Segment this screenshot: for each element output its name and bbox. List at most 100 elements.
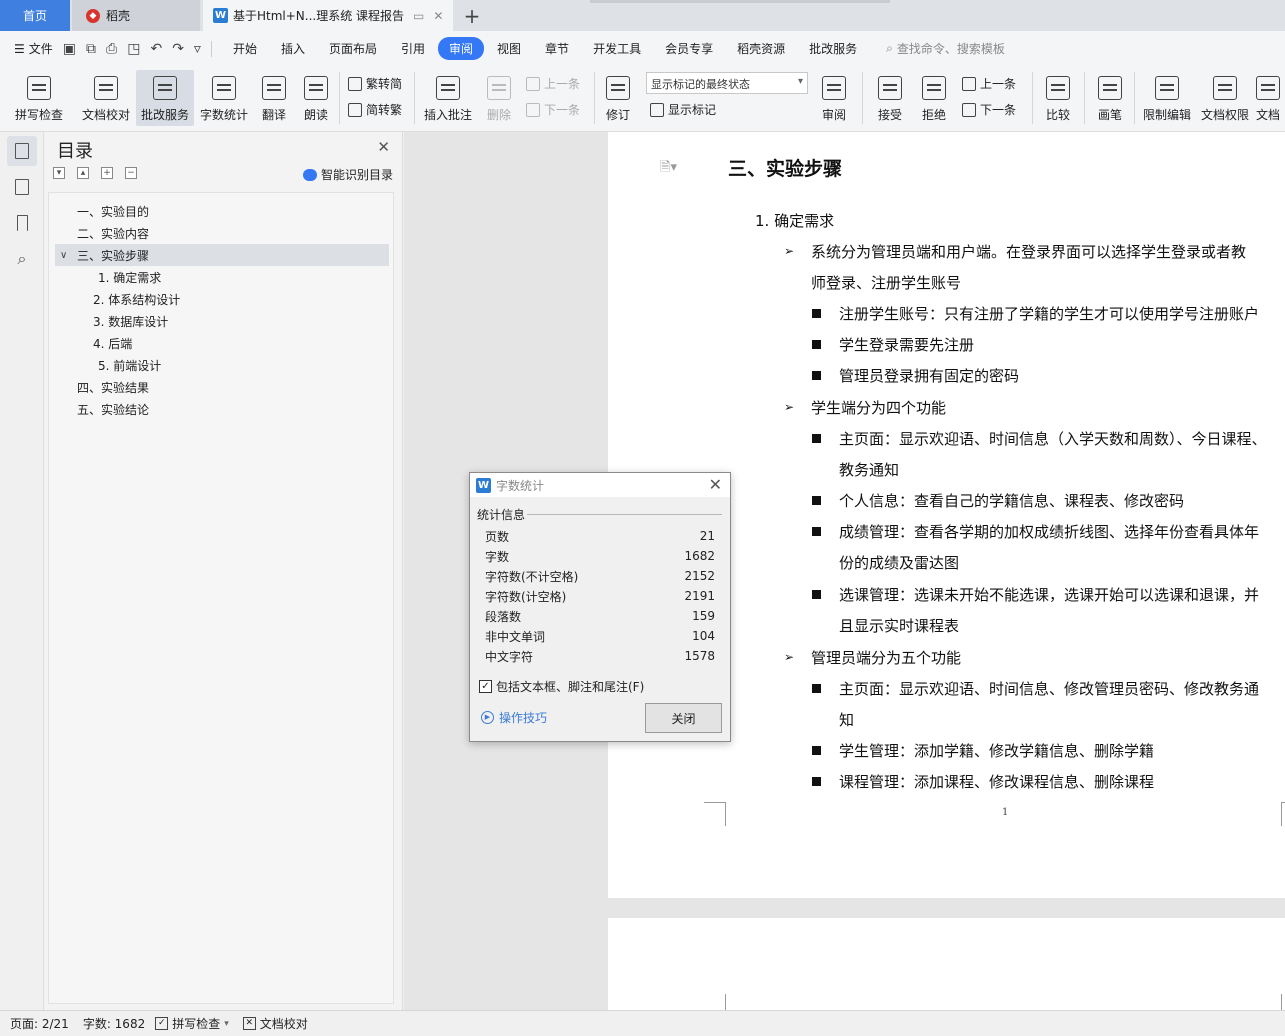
next-change-button[interactable]: 下一条 — [962, 101, 1016, 118]
new-tab-button[interactable]: + — [460, 0, 484, 31]
menu-tab-developer[interactable]: 开发工具 — [582, 37, 652, 60]
menu-tab-review[interactable]: 审阅 — [438, 37, 485, 60]
prev-change-button[interactable]: 上一条 — [962, 75, 1016, 92]
doc-text-line: 个人信息：查看自己的学籍信息、课程表、修改密码 — [839, 492, 1185, 510]
show-markup-button[interactable]: 显示标记 — [650, 101, 716, 118]
include-textbox-checkbox[interactable]: ✓ 包括文本框、脚注和尾注(F) — [479, 678, 644, 695]
trad-to-simp-button[interactable]: 繁转简 — [348, 75, 402, 92]
smart-toc-button[interactable]: 智能识别目录 — [302, 166, 393, 183]
toc-item[interactable]: ∨ 三、实验步骤 — [55, 244, 389, 266]
stat-label: 字符数(计空格) — [485, 589, 567, 604]
chevron-down-icon[interactable]: ∨ — [60, 250, 67, 261]
checkbox-checked-icon[interactable]: ✓ — [479, 680, 492, 693]
simp-to-trad-button[interactable]: 简转繁 — [348, 101, 402, 118]
compare-button[interactable]: 比较 — [1038, 70, 1078, 126]
dialog-title-bar[interactable]: W 字数统计 — [470, 473, 730, 497]
dialog-close-icon[interactable]: ✕ — [709, 475, 722, 494]
pen-label: 画笔 — [1097, 108, 1122, 122]
close-button[interactable]: 关闭 — [645, 703, 722, 733]
stat-row: 字数 1682 — [485, 546, 715, 566]
doc-more-button[interactable]: 文档 — [1256, 70, 1285, 126]
doc-text-line: 成绩管理：查看各学期的加权成绩折线图、选择年份查看具体年 — [839, 523, 1260, 541]
stats-section-label: 统计信息 — [477, 508, 526, 522]
ribbon-divider — [339, 72, 340, 124]
menu-tab-review-service[interactable]: 批改服务 — [798, 37, 868, 60]
review-pane-button[interactable]: 审阅 — [814, 70, 854, 126]
export-icon[interactable]: ⧉ — [86, 41, 96, 57]
toc-expand-icon[interactable]: ▴ — [77, 167, 89, 179]
paragraph-format-icon[interactable]: 🗎▾ — [660, 158, 677, 180]
read-aloud-button[interactable]: 朗读 — [298, 70, 334, 126]
menu-tab-view[interactable]: 视图 — [486, 37, 532, 60]
doc-text-line: 知 — [839, 711, 855, 729]
lock-doc-icon — [1155, 76, 1179, 100]
status-doc-check[interactable]: ✕ 文档校对 — [242, 1015, 308, 1032]
file-menu[interactable]: ☰ 文件 — [14, 40, 53, 57]
chapter-panel-button[interactable] — [7, 172, 37, 202]
toc-item[interactable]: 1. 确定需求 — [55, 266, 389, 288]
reject-button[interactable]: 拒绝 — [914, 70, 954, 126]
tab-document[interactable]: W 基于Html+N...理系统 课程报告 ▭ ✕ — [203, 0, 453, 31]
command-search[interactable]: ⌕ 查找命令、搜索模板 — [886, 40, 1005, 57]
insert-comment-button[interactable]: 插入批注 — [420, 70, 476, 126]
toc-item[interactable]: 3. 数据库设计 — [55, 310, 389, 332]
menu-tab-chapter[interactable]: 章节 — [534, 37, 580, 60]
toc-panel-button[interactable] — [7, 136, 37, 166]
redo-icon[interactable]: ↷ — [172, 41, 184, 57]
toc-item[interactable]: 五、实验结论 — [55, 398, 389, 420]
doc-check-button[interactable]: 文档校对 — [78, 70, 134, 126]
review-pane-label: 审阅 — [821, 108, 846, 122]
bookmark-panel-button[interactable] — [7, 208, 37, 238]
square-bullet-icon — [812, 777, 821, 786]
word-count-indicator[interactable]: 字数: 1682 — [83, 1015, 145, 1032]
translate-button[interactable]: 翻译 — [254, 70, 294, 126]
delete-comment-button[interactable]: 删除 — [480, 70, 518, 126]
menu-tab-reference[interactable]: 引用 — [390, 37, 436, 60]
tab-home[interactable]: 首页 — [0, 0, 70, 31]
prev-comment-button[interactable]: 上一条 — [526, 75, 580, 92]
tab-daoke-label: 稻壳 — [106, 9, 131, 23]
restrict-editing-button[interactable]: 限制编辑 — [1140, 70, 1194, 126]
toc-item[interactable]: 一、实验目的 — [55, 200, 389, 222]
page-indicator[interactable]: 页面: 2/21 — [10, 1015, 69, 1032]
tab-close-icon[interactable]: ✕ — [433, 9, 443, 23]
tab-pin-icon[interactable]: ▭ — [413, 9, 424, 23]
status-spellcheck[interactable]: ✓ 拼写检查 ▾ — [155, 1015, 229, 1032]
toc-item[interactable]: 2. 体系结构设计 — [55, 288, 389, 310]
customize-chevron-icon[interactable]: ▿ — [194, 41, 201, 57]
document-page[interactable] — [608, 918, 1285, 1010]
toc-add-icon[interactable]: + — [101, 167, 113, 179]
track-changes-button[interactable]: 修订 — [598, 70, 638, 126]
toc-item[interactable]: 4. 后端 — [55, 332, 389, 354]
toc-item[interactable]: 四、实验结果 — [55, 376, 389, 398]
toc-collapse-all-icon[interactable]: ▾ — [53, 167, 65, 179]
menu-tab-member[interactable]: 会员专享 — [654, 37, 724, 60]
menu-tab-layout[interactable]: 页面布局 — [318, 37, 388, 60]
toc-remove-icon[interactable]: − — [125, 167, 137, 179]
print-preview-icon[interactable]: ◳ — [127, 41, 140, 57]
tips-link[interactable]: ▶ 操作技巧 — [481, 709, 547, 726]
menu-tab-insert[interactable]: 插入 — [270, 37, 316, 60]
doc-rights-button[interactable]: 文档权限 — [1198, 70, 1252, 126]
menu-tab-daoke-resources[interactable]: 稻壳资源 — [726, 37, 796, 60]
status-bar: 页面: 2/21 字数: 1682 ✓ 拼写检查 ▾ ✕ 文档校对 — [0, 1010, 1285, 1036]
word-count-button[interactable]: 字数统计 — [196, 70, 252, 126]
toc-item[interactable]: 5. 前端设计 — [55, 354, 389, 376]
undo-icon[interactable]: ↶ — [150, 41, 162, 57]
tab-daoke[interactable]: ◆ 稻壳 — [72, 0, 200, 31]
review-service-button[interactable]: 批改服务 — [136, 70, 194, 126]
accept-button[interactable]: 接受 — [870, 70, 910, 126]
pen-button[interactable]: 画笔 — [1090, 70, 1130, 126]
menu-tab-start[interactable]: 开始 — [222, 37, 268, 60]
search-panel-button[interactable]: ⌕ — [7, 244, 37, 274]
markup-state-select[interactable]: 显示标记的最终状态 — [646, 72, 808, 94]
save-icon[interactable]: ▣ — [63, 41, 76, 57]
stat-row: 段落数 159 — [485, 606, 715, 626]
tips-link-label: 操作技巧 — [499, 711, 548, 725]
spellcheck-button[interactable]: 拼写检查 — [10, 70, 68, 126]
doc-text-line: 系统分为管理员端和用户端。在登录界面可以选择学生登录或者教 — [811, 243, 1247, 261]
next-comment-button[interactable]: 下一条 — [526, 101, 580, 118]
toc-item[interactable]: 二、实验内容 — [55, 222, 389, 244]
print-icon[interactable]: ⎙ — [106, 41, 117, 57]
toc-close-icon[interactable]: ✕ — [377, 138, 390, 156]
